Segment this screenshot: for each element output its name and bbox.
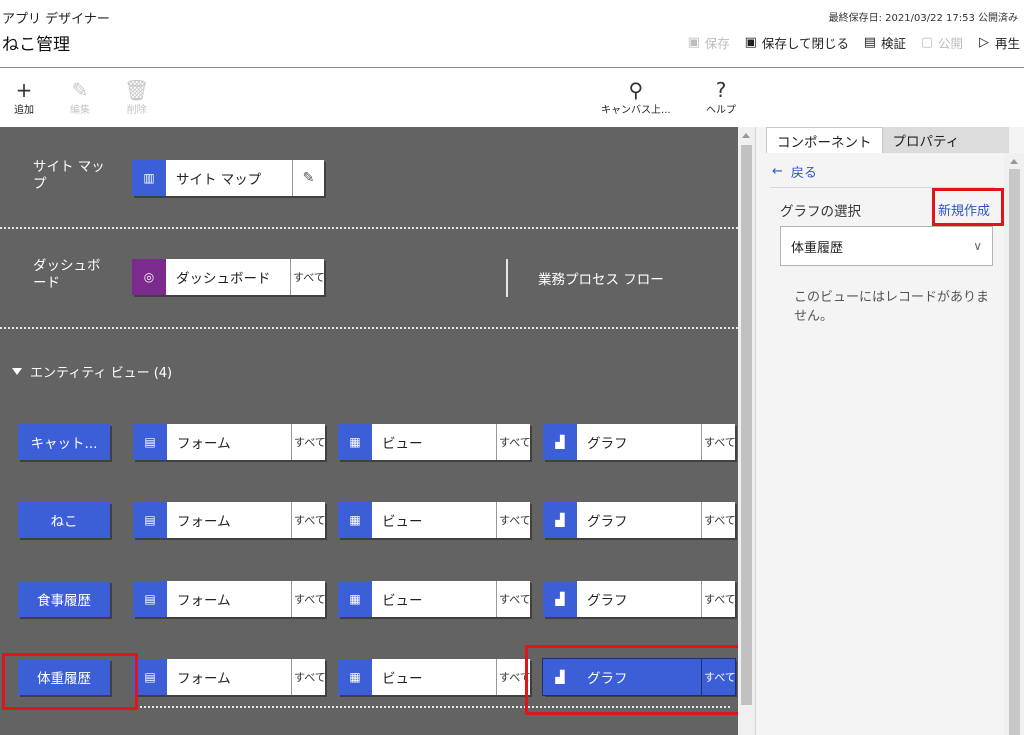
form-icon: ▤ — [133, 659, 167, 695]
chart-select-label: グラフの選択 — [780, 204, 861, 220]
highlight-chart-callout — [525, 645, 738, 715]
form-icon: ▤ — [133, 502, 167, 538]
chevron-down-icon: ∨ — [973, 239, 982, 253]
delete-button[interactable]: 🗑 削除 — [124, 79, 149, 116]
last-saved-status: 最終保存日: 2021/03/22 17:53 公開済み — [828, 13, 1018, 24]
save-close-icon: ▣ — [744, 35, 757, 50]
view-tile[interactable]: ▦ ビュー すべて — [338, 581, 530, 617]
app-header: アプリ デザイナー ねこ管理 最終保存日: 2021/03/22 17:53 公… — [0, 0, 1024, 68]
entity-cat[interactable]: キャット... — [18, 424, 110, 460]
save-close-button[interactable]: ▣ 保存して閉じる — [744, 33, 849, 52]
header-actions: ▣ 保存 ▣ 保存して閉じる ▤ 検証 ▢ 公開 ▷ 再生 — [687, 33, 1020, 52]
highlight-new-callout — [932, 188, 1004, 226]
collapse-triangle-icon — [12, 368, 22, 375]
pencil-icon: ✎ — [71, 78, 89, 102]
sitemap-tile[interactable]: ▥ サイト マップ ✎ — [132, 160, 324, 196]
chart-select-dropdown[interactable]: 体重履歴 ∨ — [780, 226, 993, 266]
scrollbar-thumb[interactable] — [1009, 169, 1020, 735]
selected-chart-value: 体重履歴 — [791, 240, 844, 256]
scroll-up-arrow-icon[interactable] — [1010, 159, 1018, 164]
sitemap-row-label: サイト マップ — [33, 159, 105, 192]
trash-icon: 🗑 — [124, 78, 150, 102]
map-icon: ▥ — [132, 160, 166, 196]
command-bar: + 追加 ✎ 編集 🗑 削除 ⚲ キャンバス上... ? ヘルプ — [0, 69, 1024, 127]
search-canvas-button[interactable]: ⚲ キャンバス上... — [601, 79, 671, 116]
grid-icon: ▦ — [338, 581, 372, 617]
grid-icon: ▦ — [338, 659, 372, 695]
chart-tile[interactable]: ▟ グラフ すべて — [543, 502, 735, 538]
validate-button[interactable]: ▤ 検証 — [863, 33, 906, 52]
view-tile[interactable]: ▦ ビュー すべて — [338, 659, 530, 695]
dashboard-tile-label: ダッシュボード — [176, 271, 271, 287]
sitemap-tile-label: サイト マップ — [176, 172, 262, 188]
highlight-entity-callout — [2, 653, 138, 710]
divider — [0, 227, 738, 229]
clipboard-icon: ▤ — [863, 35, 877, 50]
save-button[interactable]: ▣ 保存 — [687, 33, 730, 52]
play-icon: ▷ — [978, 35, 989, 50]
view-tile[interactable]: ▦ ビュー すべて — [338, 502, 530, 538]
designer-canvas: サイト マップ ▥ サイト マップ ✎ ダッシュボード ◎ ダッシュボード すべ… — [0, 127, 738, 735]
chart-tile[interactable]: ▟ グラフ すべて — [543, 581, 735, 617]
view-tile[interactable]: ▦ ビュー すべて — [338, 424, 530, 460]
panel-tabs: コンポーネント プロパティ — [766, 127, 1009, 153]
grid-icon: ▦ — [338, 502, 372, 538]
publish-button[interactable]: ▢ 公開 — [920, 33, 963, 52]
form-tile[interactable]: ▤ フォーム すべて — [133, 581, 325, 617]
form-icon: ▤ — [133, 581, 167, 617]
right-panel: コンポーネント プロパティ ← 戻る グラフの選択 新規作成 体重履歴 ∨ この… — [755, 127, 1024, 735]
entity-view-header[interactable]: エンティティ ビュー (4) — [12, 362, 172, 381]
save-icon: ▣ — [687, 35, 700, 50]
pencil-icon[interactable]: ✎ — [292, 160, 324, 196]
empty-message: このビューにはレコードがありません。 — [794, 290, 990, 324]
plus-icon: + — [15, 78, 33, 102]
divider — [0, 327, 738, 329]
help-button[interactable]: ? ヘルプ — [706, 79, 736, 116]
grid-icon: ▦ — [338, 424, 372, 460]
dashboard-tile[interactable]: ◎ ダッシュボード すべて — [132, 259, 324, 295]
form-tile[interactable]: ▤ フォーム すべて — [133, 659, 325, 695]
form-tile[interactable]: ▤ フォーム すべて — [133, 424, 325, 460]
chart-tile[interactable]: ▟ グラフ すべて — [543, 424, 735, 460]
help-icon: ? — [715, 78, 727, 102]
scrollbar-thumb[interactable] — [741, 145, 752, 705]
bar-chart-icon: ▟ — [543, 424, 577, 460]
tab-components[interactable]: コンポーネント — [766, 127, 883, 153]
arrow-left-icon: ← — [772, 164, 783, 179]
business-process-flow[interactable]: 業務プロセス フロー — [506, 259, 664, 297]
play-button[interactable]: ▷ 再生 — [977, 33, 1020, 52]
edit-button[interactable]: ✎ 編集 — [70, 79, 90, 116]
form-tile[interactable]: ▤ フォーム すべて — [133, 502, 325, 538]
tab-properties[interactable]: プロパティ — [882, 127, 1009, 153]
all-label[interactable]: すべて — [290, 259, 324, 295]
app-designer-label: アプリ デザイナー — [2, 12, 110, 27]
form-icon: ▤ — [133, 424, 167, 460]
app-title: ねこ管理 — [2, 35, 70, 55]
scroll-up-arrow-icon[interactable] — [742, 133, 750, 138]
dashboard-row-label: ダッシュボード — [33, 258, 101, 291]
entity-meal-history[interactable]: 食事履歴 — [18, 581, 110, 617]
entity-neko[interactable]: ねこ — [18, 502, 110, 538]
panel-scrollbar[interactable] — [1004, 153, 1024, 735]
back-link[interactable]: ← 戻る — [772, 162, 817, 181]
canvas-scrollbar[interactable] — [738, 127, 755, 735]
bar-chart-icon: ▟ — [543, 581, 577, 617]
search-icon: ⚲ — [628, 78, 644, 102]
gauge-icon: ◎ — [132, 259, 166, 295]
publish-icon: ▢ — [920, 35, 934, 50]
add-button[interactable]: + 追加 — [14, 79, 34, 116]
bar-chart-icon: ▟ — [543, 502, 577, 538]
